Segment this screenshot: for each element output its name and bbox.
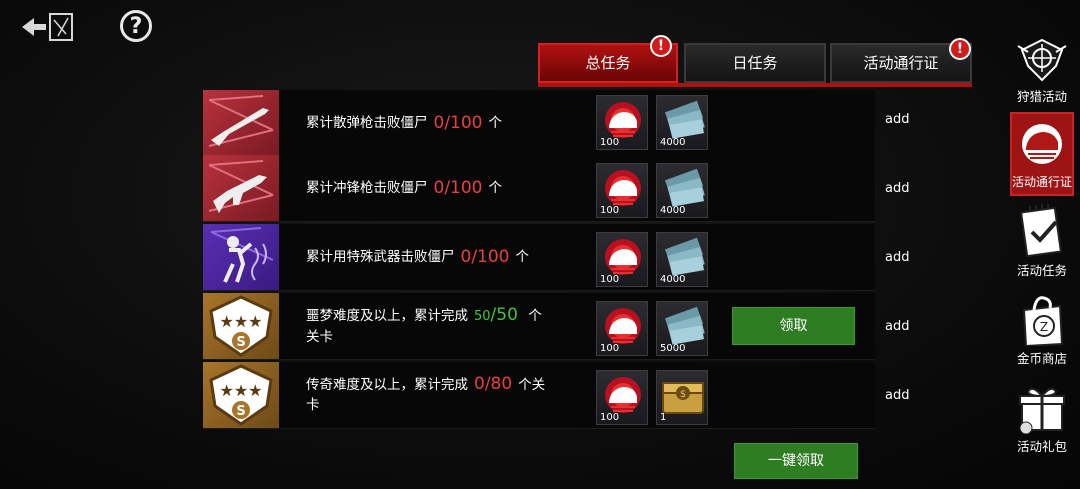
three-star-s-badge-icon: ★★★ S [203, 362, 279, 428]
svg-text:S: S [236, 335, 245, 350]
add-label: add [885, 250, 910, 265]
reward-item[interactable]: 100 [596, 370, 648, 425]
shotgun-icon [203, 90, 279, 156]
reward-item[interactable]: 100 [596, 163, 648, 218]
help-button[interactable]: ? [120, 10, 152, 42]
task-row: ★★★ S 传奇难度及以上，累计完成 0/80 个关 卡 [203, 362, 875, 429]
task-unit: 个 [488, 115, 503, 131]
tab-label: 日任务 [732, 54, 778, 72]
back-arrow-icon [22, 13, 73, 41]
bison-pass-icon [1022, 124, 1062, 164]
reward-quantity: 4000 [660, 137, 686, 148]
tab-daily-tasks[interactable]: 日任务 [684, 43, 826, 83]
reward-quantity: 5000 [660, 343, 686, 354]
add-label: add [885, 319, 910, 334]
task-progress-done: 50 [474, 309, 491, 324]
nav-label: 活动通行证 [1011, 175, 1072, 189]
reward-quantity: 1 [660, 412, 667, 423]
task-row: 累计用特殊武器击败僵尸 0/100 个 [203, 224, 875, 291]
smg-icon [203, 155, 279, 221]
tab-label: 活动通行证 [863, 54, 939, 72]
task-text: 累计冲锋枪击败僵尸 [306, 180, 428, 196]
reward-quantity: 4000 [660, 205, 686, 216]
nav-label: 活动任务 [1016, 263, 1067, 278]
task-progress-total: /50 [490, 305, 518, 325]
task-description: 累计散弹枪击败僵尸 0/100 个 [306, 90, 596, 156]
task-description: 累计用特殊武器击败僵尸 0/100 个 [306, 224, 596, 290]
task-progress: 0/80 [474, 374, 513, 394]
reward-quantity: 4000 [660, 274, 686, 285]
svg-text:S: S [236, 404, 245, 419]
svg-text:★★★: ★★★ [219, 312, 262, 331]
tab-underline [538, 83, 972, 87]
reward-item[interactable]: 4000 [656, 232, 708, 287]
task-text: 噩梦难度及以上，累计完成 [306, 308, 468, 324]
reward-item[interactable]: $1 [656, 370, 708, 425]
reward-item[interactable]: 5000 [656, 301, 708, 356]
reward-item[interactable]: 4000 [656, 95, 708, 150]
task-description: 传奇难度及以上，累计完成 0/80 个关 卡 [306, 362, 596, 428]
alert-badge: ! [650, 35, 672, 57]
nav-hunting-event[interactable]: 狩猎活动 [1008, 36, 1076, 108]
task-progress: 0/100 [433, 113, 483, 133]
svg-text:Z: Z [1040, 320, 1048, 334]
electrocuted-zombie-icon [203, 224, 279, 290]
task-text: 累计用特殊武器击败僵尸 [306, 249, 455, 265]
add-label: add [885, 388, 910, 403]
hunting-emblem-icon [1017, 38, 1067, 82]
reward-item[interactable]: 100 [596, 301, 648, 356]
task-notepad-icon [1019, 203, 1063, 258]
task-row: 累计散弹枪击败僵尸 0/100 个 [203, 90, 875, 157]
svg-text:★★★: ★★★ [219, 381, 262, 400]
reward-quantity: 100 [600, 205, 620, 216]
reward-quantity: 100 [600, 137, 620, 148]
nav-label: 金币商店 [1016, 351, 1067, 366]
reward-item[interactable]: 100 [596, 95, 648, 150]
task-unit: 个 [488, 180, 503, 196]
task-progress: 0/100 [433, 178, 483, 198]
task-text-line2: 关卡 [306, 329, 333, 345]
task-unit: 个关 [518, 377, 546, 393]
add-label: add [885, 112, 910, 127]
task-description: 噩梦难度及以上，累计完成 50/50 个 关卡 [306, 293, 596, 359]
three-star-s-badge-icon: ★★★ S [203, 293, 279, 359]
svg-text:$: $ [680, 389, 686, 400]
nav-event-tasks[interactable]: 活动任务 [1008, 203, 1076, 280]
nav-gold-shop[interactable]: Z 金币商店 [1008, 292, 1076, 368]
back-button[interactable] [18, 10, 78, 44]
nav-gift-pack[interactable]: 活动礼包 [1008, 380, 1076, 456]
reward-quantity: 100 [600, 343, 620, 354]
nav-label: 狩猎活动 [1016, 89, 1067, 104]
reward-item[interactable]: 4000 [656, 163, 708, 218]
task-text: 传奇难度及以上，累计完成 [306, 377, 468, 393]
reward-quantity: 100 [600, 274, 620, 285]
task-progress: 0/100 [460, 247, 510, 267]
task-row: 累计冲锋枪击败僵尸 0/100 个 [203, 155, 875, 222]
reward-item[interactable]: 100 [596, 232, 648, 287]
reward-quantity: 100 [600, 412, 620, 423]
task-unit: 个 [528, 308, 542, 324]
nav-label: 活动礼包 [1016, 439, 1067, 454]
task-text-line2: 卡 [306, 397, 320, 413]
gift-pack-icon [1019, 387, 1065, 435]
claim-all-button[interactable]: 一键领取 [734, 443, 858, 479]
add-label: add [885, 181, 910, 196]
alert-badge: ! [949, 38, 971, 60]
gold-shop-bag-icon: Z [1022, 296, 1064, 348]
claim-button[interactable]: 领取 [732, 307, 855, 345]
nav-event-pass[interactable]: 活动通行证 [1008, 112, 1076, 196]
task-text: 累计散弹枪击败僵尸 [306, 115, 428, 131]
task-description: 累计冲锋枪击败僵尸 0/100 个 [306, 155, 596, 221]
tab-label: 总任务 [585, 54, 631, 72]
task-unit: 个 [515, 249, 530, 265]
